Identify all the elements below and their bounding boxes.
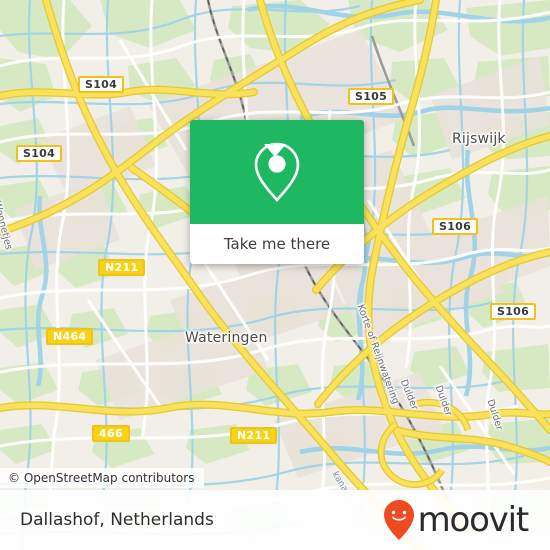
road-shield-s106: S106 xyxy=(490,303,537,320)
road-shield-n211: N211 xyxy=(230,427,278,444)
map-attribution[interactable]: © OpenStreetMap contributors xyxy=(0,468,205,488)
road-shield-s104: S104 xyxy=(16,145,63,162)
road-shield-n211: N211 xyxy=(98,259,146,276)
road-shield-n464: N464 xyxy=(46,328,94,345)
road-shield-466: 466 xyxy=(92,425,130,442)
popup-pointer xyxy=(264,144,286,157)
moovit-wordmark: moovit xyxy=(417,500,530,540)
road-shield-s106: S106 xyxy=(432,218,479,235)
moovit-logo[interactable]: moovit xyxy=(382,498,530,542)
take-me-there-popup[interactable]: Take me there xyxy=(190,120,364,264)
road-shield-s104: S104 xyxy=(78,76,125,93)
moovit-pin-icon xyxy=(383,500,414,540)
popup-icon-area xyxy=(190,120,364,224)
road-shield-s105: S105 xyxy=(348,88,395,105)
location-title: Dallashof, Netherlands xyxy=(20,510,214,530)
popup-action-bar[interactable]: Take me there xyxy=(190,224,364,264)
map-screenshot: Rijswijk Wateringen Wennetjes Korte of R… xyxy=(0,0,550,550)
footer-bar: Dallashof, Netherlands moovit xyxy=(0,490,550,550)
popup-action-label: Take me there xyxy=(223,235,331,253)
